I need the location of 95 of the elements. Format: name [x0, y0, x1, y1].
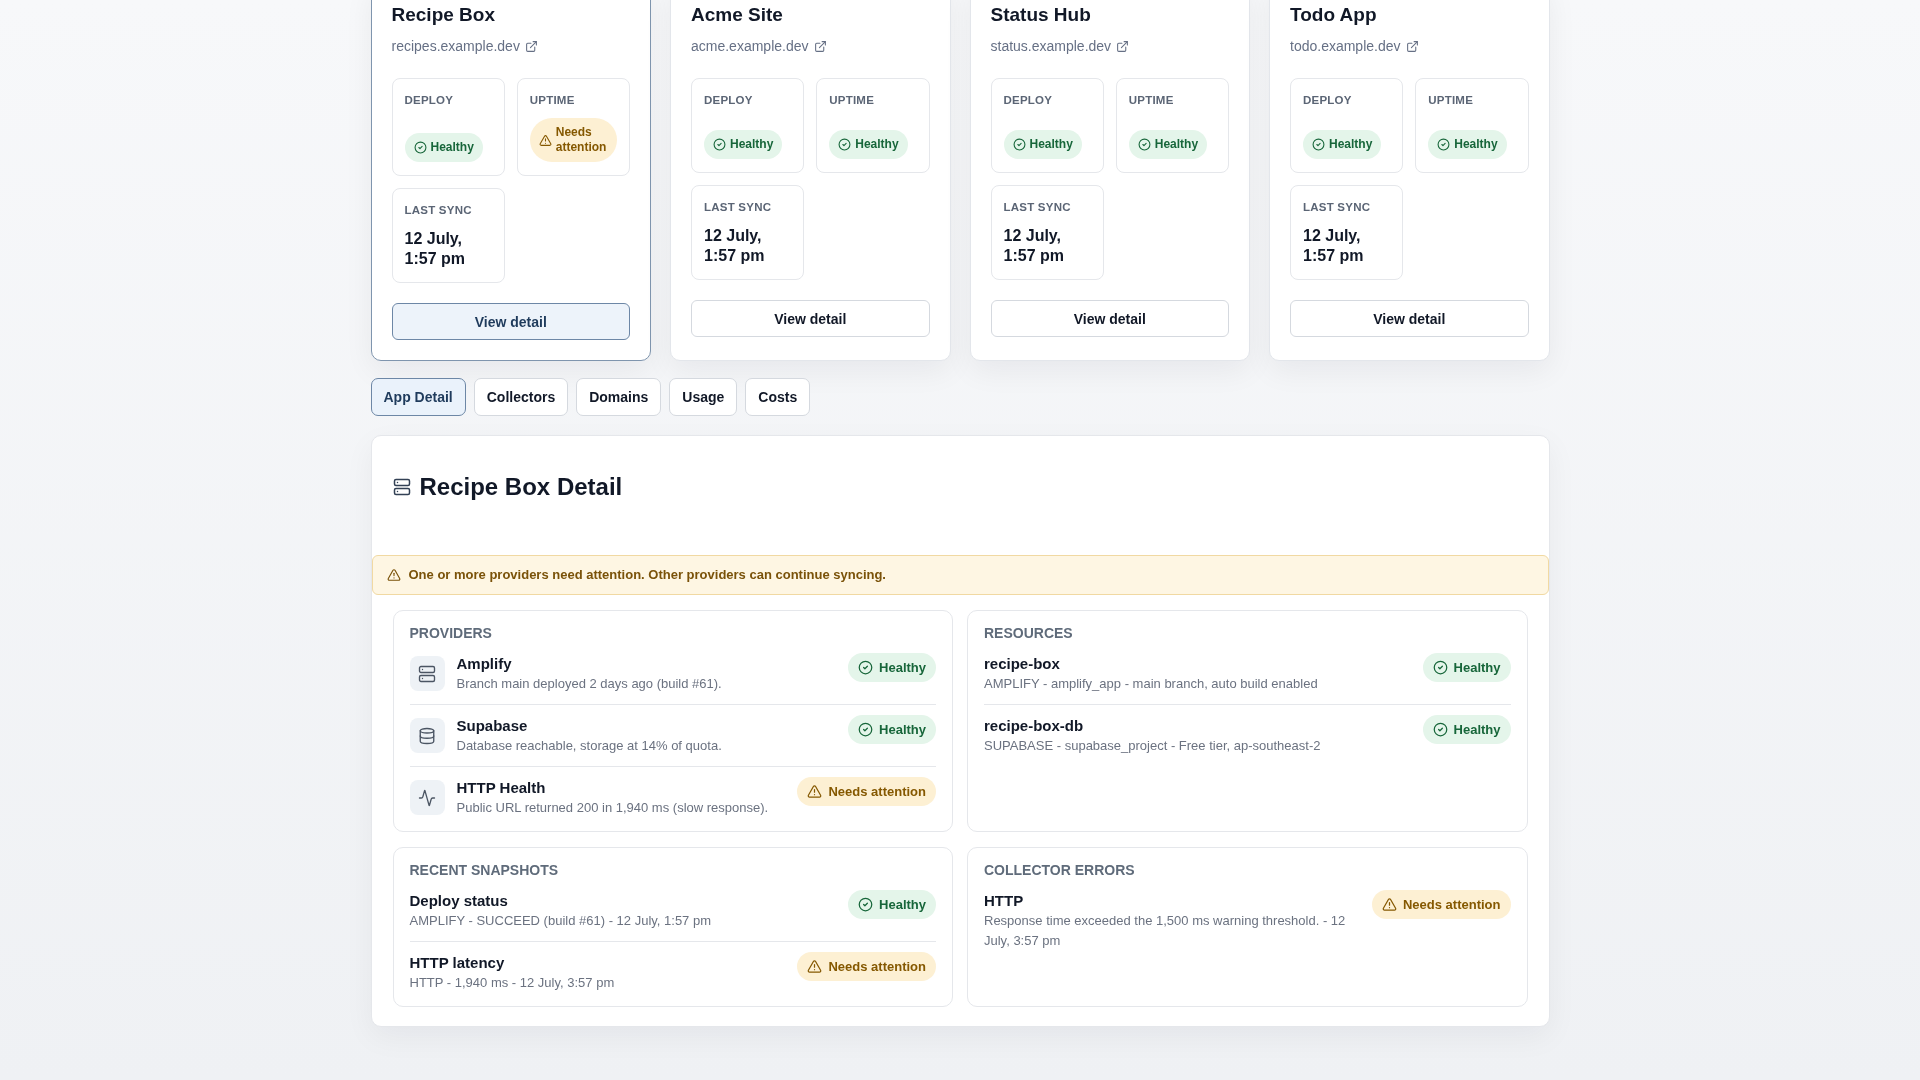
section-heading: RESOURCES [984, 624, 1074, 643]
status-text: Healthy [1329, 137, 1373, 152]
external-link-icon [1405, 39, 1419, 53]
tab[interactable]: App Detail [370, 378, 466, 416]
metric-label: LAST SYNC [704, 200, 772, 215]
metric-value: 12 July, 1:57 pm [404, 229, 466, 269]
check-circle-icon [1432, 660, 1448, 675]
status-text: Healthy [879, 659, 926, 676]
view-detail-button[interactable]: View detail [391, 303, 630, 340]
item-description: Response time exceeded the 1,500 ms warning threshold. - 12 July, 3:57 pm [984, 912, 1347, 950]
status-text: Needs attention [828, 958, 926, 975]
alert-message: One or more providers need attention. Other providers can continue syncing. [408, 566, 886, 584]
check-circle-icon [1432, 722, 1448, 737]
section-heading: PROVIDERS [409, 624, 493, 643]
metric-label: UPTIME [1128, 93, 1174, 108]
tab[interactable]: Domains [576, 378, 662, 416]
item-description: AMPLIFY - amplify_app - main branch, auto build enabled [984, 675, 1318, 693]
warning-triangle-icon [386, 568, 401, 582]
database-icon [409, 718, 445, 753]
metric-label: DEPLOY [1303, 93, 1352, 108]
view-detail-button[interactable]: View detail [990, 300, 1229, 337]
item-name: Deploy status [409, 891, 508, 911]
item-name: HTTP [984, 891, 1024, 911]
site-link[interactable]: acme.example.dev [691, 36, 827, 56]
metric-label: DEPLOY [1003, 93, 1053, 108]
warning-triangle-icon [1382, 897, 1397, 912]
app-name: Acme Site [691, 3, 784, 27]
metric-label: LAST SYNC [404, 203, 472, 218]
item-name: recipe-box-db [984, 716, 1084, 736]
site-link[interactable]: todo.example.dev [1290, 36, 1419, 56]
check-circle-icon [1012, 138, 1026, 151]
tab[interactable]: Collectors [473, 378, 569, 416]
app-name: Todo App [1290, 3, 1378, 27]
item-description: AMPLIFY - SUCCEED (build #61) - 12 July, 1:57 pm [409, 912, 712, 930]
app-name: Status Hub [990, 3, 1092, 27]
metric-label: DEPLOY [704, 93, 753, 108]
item-name: Supabase [456, 716, 528, 736]
status-text: Healthy [1154, 137, 1199, 152]
metric-label: UPTIME [829, 93, 875, 108]
check-circle-icon [858, 897, 874, 912]
item-description: Public URL returned 200 in 1,940 ms (slow response). [456, 799, 769, 817]
item-description: Branch main deployed 2 days ago (build #61). [456, 675, 722, 693]
check-circle-icon [858, 660, 874, 675]
section-heading: COLLECTOR ERRORS [984, 861, 1136, 880]
metric-value: 12 July, 1:57 pm [1303, 226, 1365, 266]
check-circle-icon [838, 138, 852, 151]
metric-label: LAST SYNC [1303, 200, 1371, 215]
item-description: HTTP - 1,940 ms - 12 July, 3:57 pm [409, 974, 615, 992]
check-circle-icon [858, 722, 874, 737]
status-text: Needs attention [1403, 896, 1501, 913]
check-circle-icon [1137, 138, 1151, 151]
check-circle-icon [1437, 138, 1451, 151]
server-icon [392, 478, 411, 496]
item-name: HTTP Health [456, 778, 546, 798]
detail-title: Recipe Box Detail [419, 472, 623, 502]
view-detail-button[interactable]: View detail [691, 300, 930, 337]
status-text: Needs attention [828, 783, 926, 800]
app-name: Recipe Box [391, 3, 496, 27]
status-text: Healthy [730, 137, 774, 152]
item-name: HTTP latency [409, 953, 505, 973]
status-text: Healthy [1453, 659, 1501, 676]
status-text: Healthy [1454, 137, 1498, 152]
warning-triangle-icon [538, 133, 552, 147]
status-text: Needs attention [555, 125, 608, 155]
item-description: SUPABASE - supabase_project - Free tier, ap-southeast-2 [984, 737, 1321, 755]
metric-label: UPTIME [529, 93, 575, 108]
warning-triangle-icon [807, 959, 823, 974]
item-name: Amplify [456, 654, 512, 674]
metric-value: 12 July, 1:57 pm [704, 226, 766, 266]
metric-value: 12 July, 1:57 pm [1003, 226, 1065, 266]
metric-label: DEPLOY [404, 93, 454, 108]
check-circle-icon [713, 138, 726, 151]
view-detail-button[interactable]: View detail [1290, 300, 1529, 337]
site-link[interactable]: recipes.example.dev [391, 36, 538, 56]
warning-triangle-icon [807, 784, 823, 799]
status-text: Healthy [879, 721, 926, 738]
section-heading: RECENT SNAPSHOTS [409, 861, 560, 880]
status-text: Healthy [1453, 721, 1501, 738]
item-name: recipe-box [984, 654, 1060, 674]
status-text: Healthy [430, 140, 474, 155]
tab[interactable]: Usage [669, 378, 738, 416]
external-link-icon [813, 39, 827, 53]
check-circle-icon [413, 141, 427, 154]
metric-label: UPTIME [1428, 93, 1474, 108]
tab[interactable]: Costs [745, 378, 811, 416]
status-text: Healthy [1029, 137, 1073, 152]
metric-label: LAST SYNC [1003, 200, 1071, 215]
server-icon [409, 656, 445, 691]
external-link-icon [524, 39, 538, 53]
external-link-icon [1116, 39, 1130, 53]
status-text: Healthy [855, 137, 899, 152]
check-circle-icon [1312, 138, 1325, 151]
site-link[interactable]: status.example.dev [990, 36, 1130, 56]
item-description: Database reachable, storage at 14% of quota. [456, 737, 722, 755]
status-text: Healthy [879, 896, 926, 913]
